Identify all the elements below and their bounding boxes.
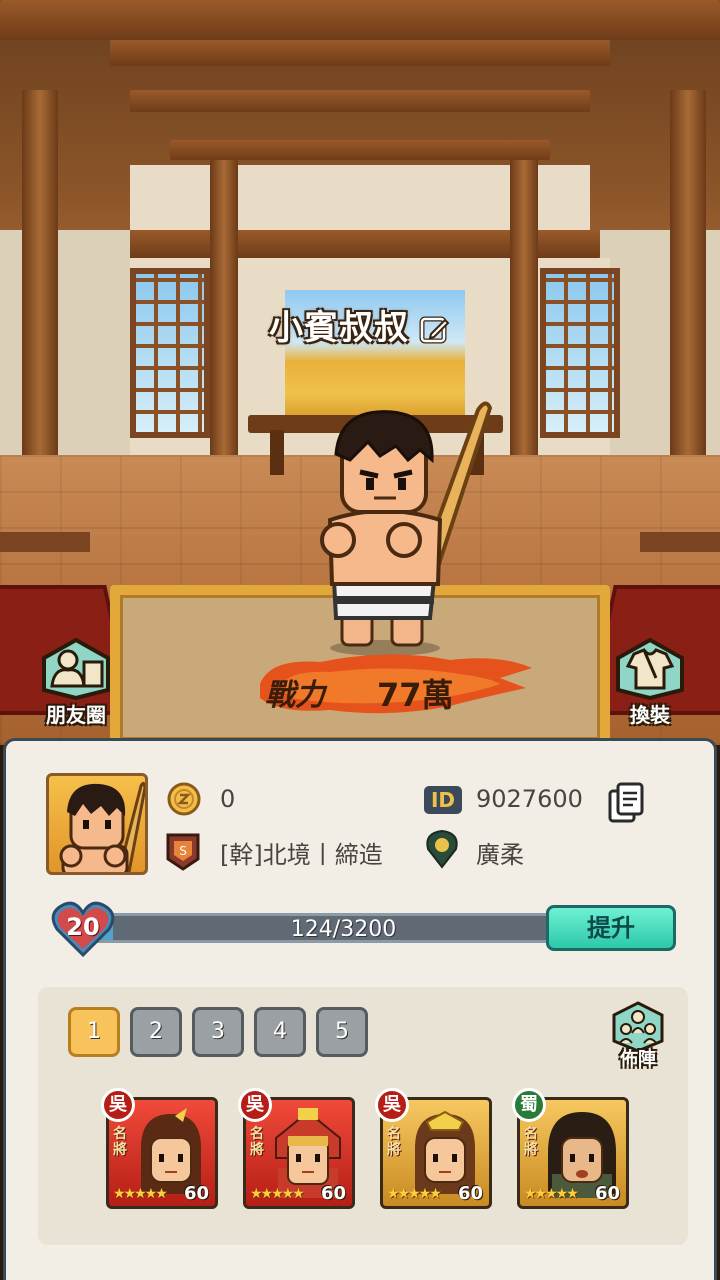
svg-text:S: S (179, 844, 187, 858)
level-progress-track: 124/3200 (91, 913, 596, 943)
hero-rank: 名將 (113, 1126, 127, 1158)
lattice-window-left (130, 268, 210, 438)
ceiling-beam (130, 90, 590, 112)
left-wall (0, 230, 130, 480)
guild-banner-icon: S (166, 833, 200, 871)
power-value: 77萬 (377, 676, 454, 714)
outfit-label: 換裝 (630, 703, 670, 727)
power-label: 戰力 (265, 678, 325, 713)
ceiling-beam (170, 140, 550, 160)
formation-tab-2[interactable]: 2 (130, 1007, 182, 1057)
bench-left (0, 532, 90, 552)
friends-circle-icon (42, 638, 110, 700)
hero-rank: 名將 (250, 1126, 264, 1158)
level-progress: 124/3200 20 提升 (51, 901, 676, 957)
hero-faction: 吳 (238, 1088, 272, 1122)
hero-stars: ★★★★★ (387, 1186, 442, 1202)
coin-icon (167, 782, 201, 816)
hero-faction: 蜀 (512, 1088, 546, 1122)
location-pin-icon (426, 829, 458, 869)
formation-label: 佈陣 (620, 1049, 656, 1070)
level-progress-text: 124/3200 (290, 917, 397, 942)
level-number: 20 (66, 913, 100, 941)
upgrade-button[interactable]: 提升 (546, 905, 676, 951)
player-character[interactable] (300, 390, 500, 660)
formation-button[interactable]: 佈陣 (603, 1001, 673, 1071)
avatar[interactable] (46, 773, 148, 875)
friends-circle-button[interactable]: 朋友圈 (34, 638, 118, 728)
outfit-button[interactable]: 換裝 (608, 638, 692, 728)
hero-stars: ★★★★★ (113, 1186, 168, 1202)
formation-box: 1 2 3 4 5 佈陣 吳 名將 ★★★★★ 60 吳 名將 ★★★★★ 60… (38, 987, 688, 1245)
ceiling-beam (110, 40, 610, 66)
formation-tab-5[interactable]: 5 (316, 1007, 368, 1057)
edit-icon[interactable] (419, 314, 451, 346)
hero-card[interactable]: 吳 名將 ★★★★★ 60 (375, 1088, 492, 1209)
id-badge: ID (424, 786, 462, 814)
hero-level: 60 (594, 1183, 620, 1204)
lattice-window-right (540, 268, 620, 438)
guild-name: [幹]北境丨締造 (220, 841, 383, 869)
bench-right (640, 532, 720, 552)
formation-tab-4[interactable]: 4 (254, 1007, 306, 1057)
player-id: 9027600 (476, 785, 583, 813)
hero-rank: 名將 (387, 1126, 401, 1158)
hero-card[interactable]: 吳 名將 ★★★★★ 60 (238, 1088, 355, 1209)
outfit-icon (616, 638, 684, 700)
hero-stars: ★★★★★ (524, 1186, 579, 1202)
coin-count: 0 (220, 785, 236, 813)
formation-tab-3[interactable]: 3 (192, 1007, 244, 1057)
hero-level: 60 (320, 1183, 346, 1204)
hero-rank: 名將 (524, 1126, 538, 1158)
player-name-row: 小賓叔叔 (0, 300, 720, 349)
hero-level: 60 (183, 1183, 209, 1204)
hero-faction: 吳 (101, 1088, 135, 1122)
copy-icon[interactable] (606, 781, 646, 825)
location-name: 廣柔 (476, 841, 524, 869)
friends-circle-label: 朋友圈 (46, 703, 106, 727)
dojo-scene: 小賓叔叔 戰力 77萬 朋友圈 換裝 (0, 0, 720, 745)
formation-tab-1[interactable]: 1 (68, 1007, 120, 1057)
player-name: 小賓叔叔 (269, 308, 409, 348)
table-leg (270, 430, 284, 475)
hero-level: 60 (457, 1183, 483, 1204)
hero-card[interactable]: 蜀 名將 ★★★★★ 60 (512, 1088, 629, 1209)
profile-panel: 0 ID 9027600 S [幹]北境丨締造 廣柔 124/3200 20 提… (3, 738, 717, 1280)
hero-card[interactable]: 吳 名將 ★★★★★ 60 (101, 1088, 218, 1209)
ceiling-beam (0, 0, 720, 40)
hero-faction: 吳 (375, 1088, 409, 1122)
hero-stars: ★★★★★ (250, 1186, 305, 1202)
